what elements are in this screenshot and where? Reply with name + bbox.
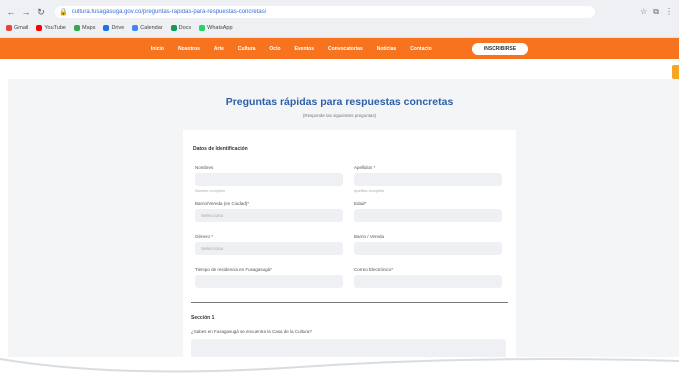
bookmark-icon	[132, 25, 139, 31]
back-icon[interactable]: ←	[6, 6, 16, 18]
bookmark-item[interactable]: Maps	[74, 25, 95, 31]
apellidos-input[interactable]	[354, 173, 502, 186]
barrio-vereda-input[interactable]	[354, 242, 502, 255]
nav-item-cultura[interactable]: Cultura	[238, 46, 256, 52]
star-icon[interactable]: ☆	[640, 7, 647, 17]
signup-button[interactable]: INSCRIBIRSE	[471, 42, 529, 55]
extensions-icon[interactable]: ⧉	[653, 7, 659, 17]
correo-label: Correo Electrónico*	[354, 267, 394, 272]
barrio-vereda-label: Barrio / Vereda	[354, 234, 385, 239]
nav-item-nosotros[interactable]: Nosotros	[178, 46, 200, 52]
bookmark-label: Calendar	[140, 25, 163, 31]
apellidos-label: Apellidos *	[354, 165, 376, 170]
bookmark-icon	[199, 25, 206, 31]
section-title-1: Sección 1	[191, 315, 215, 321]
browser-chrome: ← → ↻ 🔒 cultura.fusagasuga.gov.co/pregun…	[0, 0, 679, 38]
bookmark-label: YouTube	[44, 25, 66, 31]
bookmark-icon	[170, 25, 177, 31]
nav-item-inicio[interactable]: Inicio	[151, 46, 164, 52]
bookmark-item[interactable]: Calendar	[132, 25, 163, 31]
section-divider	[191, 302, 508, 303]
survey-form: Datos de Identificación Nombres Nombre c…	[183, 130, 516, 359]
genero-select[interactable]: Selecciona	[195, 242, 343, 255]
bookmarks-bar: Gmail YouTube Maps Drive Calendar Docs W…	[6, 22, 673, 34]
address-bar[interactable]: 🔒 cultura.fusagasuga.gov.co/preguntas-ra…	[55, 6, 596, 18]
bookmark-label: Maps	[82, 25, 96, 31]
bookmark-item[interactable]: YouTube	[36, 25, 66, 31]
side-accessibility-tab[interactable]	[672, 65, 679, 79]
section-title-identification: Datos de Identificación	[193, 146, 248, 152]
bookmark-icon	[74, 25, 80, 31]
nav-item-eventos[interactable]: Eventos	[295, 46, 314, 52]
nav-item-ocio[interactable]: Ocio	[269, 46, 280, 52]
reload-icon[interactable]: ↻	[36, 6, 46, 18]
bookmark-item[interactable]: Gmail	[6, 25, 28, 31]
edad-input[interactable]	[354, 209, 502, 222]
bookmark-item[interactable]: WhatsApp	[199, 25, 233, 31]
bookmark-item[interactable]: Docs	[170, 25, 192, 31]
browser-nav-row: ← → ↻ 🔒 cultura.fusagasuga.gov.co/pregun…	[6, 6, 673, 18]
tiempo-input[interactable]	[195, 275, 343, 288]
bookmark-label: Docs	[178, 25, 192, 31]
page-title: Preguntas rápidas para respuestas concre…	[225, 96, 454, 108]
bookmark-icon	[36, 25, 43, 31]
bookmark-icon	[103, 25, 110, 31]
site-navigation: Inicio Nosotros Arte Cultura Ocio Evento…	[0, 38, 679, 59]
lock-icon: 🔒	[59, 9, 68, 16]
url-text: cultura.fusagasuga.gov.co/preguntas-rapi…	[71, 9, 267, 15]
nav-item-convocatorias[interactable]: Convocatorias	[328, 46, 363, 52]
question-1-label: ¿Sabes en Fusagasugá se encuentra la Cas…	[191, 329, 312, 334]
nav-item-arte[interactable]: Arte	[214, 46, 224, 52]
nav-item-noticias[interactable]: Noticias	[377, 46, 396, 52]
genero-label: Género *	[195, 234, 214, 239]
barrio-select[interactable]: Selecciona	[195, 209, 343, 222]
bookmark-label: WhatsApp	[207, 25, 233, 31]
tiempo-label: Tiempo de residencia en Fusagasugá*	[195, 267, 272, 272]
bookmark-item[interactable]: Drive	[103, 25, 124, 31]
correo-input[interactable]	[354, 275, 502, 288]
page-bottom-curve	[0, 357, 679, 383]
bookmark-label: Gmail	[14, 25, 29, 31]
forward-icon[interactable]: →	[21, 6, 31, 18]
question-1-input[interactable]	[191, 339, 506, 359]
nombres-label: Nombres	[195, 165, 214, 170]
page-content: Preguntas rápidas para respuestas concre…	[0, 59, 679, 359]
nav-item-contacto[interactable]: Contacto	[410, 46, 432, 52]
browser-right-icons: ☆ ⧉ ⋮	[640, 7, 673, 17]
apellidos-hint: Apellido completo	[354, 189, 384, 193]
nombres-hint: Nombre completo	[195, 189, 225, 193]
menu-icon[interactable]: ⋮	[665, 7, 673, 17]
nombres-input[interactable]	[195, 173, 343, 186]
bookmark-label: Drive	[111, 25, 125, 31]
barrio-label: Barrio/Vereda (en Ciudad)*	[195, 201, 250, 206]
bookmark-icon	[6, 25, 12, 31]
edad-label: Edad*	[354, 201, 367, 206]
page-subtitle: (Responde las siguientes preguntas)	[302, 113, 377, 118]
